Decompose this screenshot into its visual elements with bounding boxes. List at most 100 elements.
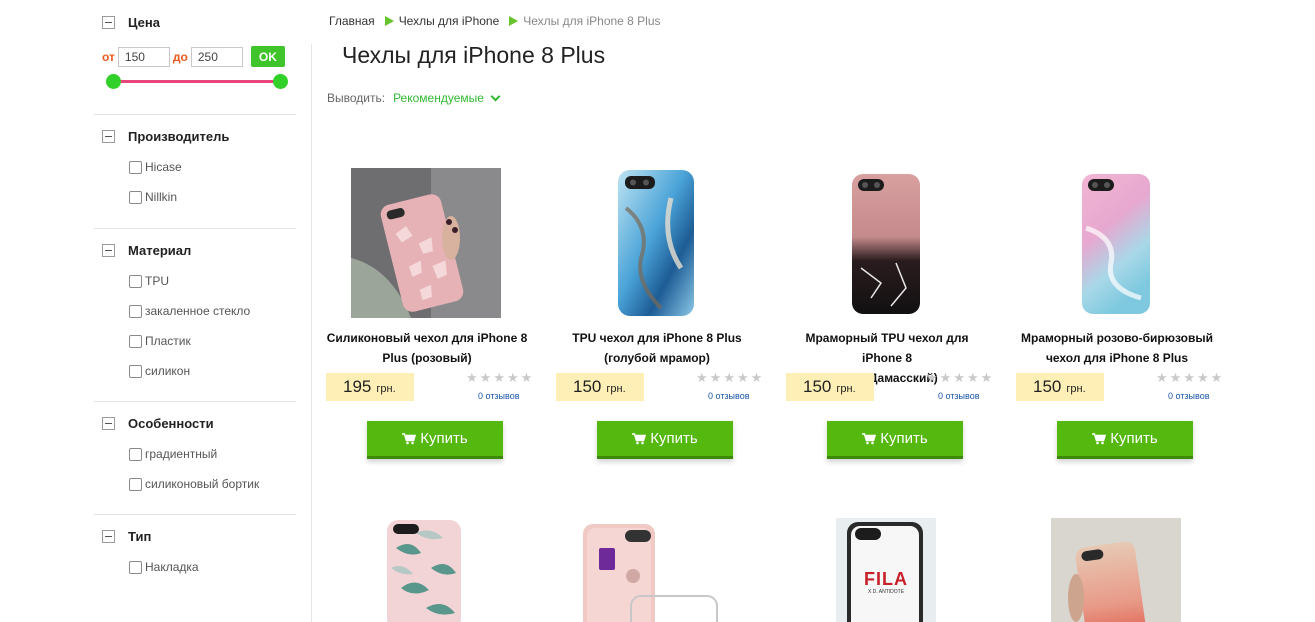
product-image[interactable]	[351, 168, 501, 318]
features-filter-header[interactable]: Особенности	[94, 413, 296, 433]
product-name[interactable]: Мраморный розово-бирюзовый чехол для iPh…	[1016, 328, 1218, 368]
product-name-line: TPU чехол для iPhone 8 Plus	[572, 331, 742, 345]
clear-case-image[interactable]	[581, 518, 731, 622]
slider-max-handle[interactable]	[273, 74, 288, 89]
price-range-inputs: от до OK	[94, 46, 296, 67]
star-icon: ★	[696, 370, 708, 385]
price-ok-button[interactable]: OK	[250, 46, 285, 67]
filter-option-silicone-bumper[interactable]: силиконовый бортик	[94, 469, 296, 499]
star-icon: ★	[953, 370, 965, 385]
reviews-link[interactable]: 0 отзывов	[1168, 391, 1210, 401]
rating-stars[interactable]: ★ ★ ★ ★ ★	[466, 371, 532, 384]
material-filter-header[interactable]: Материал	[94, 240, 296, 260]
cart-icon	[862, 432, 877, 444]
option-label: закаленное стекло	[145, 304, 251, 318]
chevron-down-icon[interactable]	[490, 91, 501, 101]
filter-option-silicone[interactable]: силикон	[94, 356, 296, 386]
features-filter: Особенности градиентный силиконовый борт…	[94, 402, 296, 515]
rating-stars[interactable]: ★ ★ ★ ★ ★	[1156, 371, 1222, 384]
rating-stars[interactable]: ★ ★ ★ ★ ★	[926, 371, 992, 384]
buy-button-label: Купить	[1110, 430, 1158, 447]
price-to-input[interactable]	[190, 46, 243, 67]
collapse-icon[interactable]	[102, 416, 115, 430]
checkbox[interactable]	[129, 304, 142, 318]
reviews-link[interactable]: 0 отзывов	[708, 391, 750, 401]
filter-option-nillkin[interactable]: Nillkin	[94, 182, 296, 212]
type-filter: Тип Накладка	[94, 515, 296, 582]
option-label: силиконовый бортик	[145, 477, 260, 491]
sort-dropdown[interactable]: Рекомендуемые	[393, 91, 484, 105]
option-label: Hicase	[145, 160, 182, 174]
checkbox[interactable]	[129, 447, 142, 461]
product-name[interactable]: TPU чехол для iPhone 8 Plus (голубой мра…	[556, 328, 758, 368]
star-icon: ★	[939, 370, 952, 385]
filter-option-gradient[interactable]: градиентный	[94, 439, 296, 469]
price-currency: грн.	[606, 382, 626, 395]
filter-option-plastic[interactable]: Пластик	[94, 326, 296, 356]
breadcrumb-arrow-icon	[384, 16, 394, 26]
filter-sidebar: Цена от до OK Производитель Hicase Nillk…	[94, 0, 296, 582]
product-image[interactable]	[1041, 168, 1191, 318]
star-icon: ★	[1196, 370, 1209, 385]
maker-filter-header[interactable]: Производитель	[94, 126, 296, 146]
checkbox[interactable]	[129, 477, 142, 491]
price-badge: 150 грн.	[786, 373, 874, 401]
checkbox[interactable]	[129, 190, 142, 204]
price-badge: 150 грн.	[556, 373, 644, 401]
type-filter-header[interactable]: Тип	[94, 526, 296, 546]
product-image[interactable]	[811, 168, 961, 318]
star-icon: ★	[479, 370, 492, 385]
material-filter: Материал TPU закаленное стекло Пластик с…	[94, 229, 296, 402]
filter-option-overlay[interactable]: Накладка	[94, 552, 296, 582]
filter-option-tempered-glass[interactable]: закаленное стекло	[94, 296, 296, 326]
checkbox[interactable]	[129, 560, 142, 574]
breadcrumb-home[interactable]: Главная	[329, 14, 375, 28]
reviews-link[interactable]: 0 отзывов	[938, 391, 980, 401]
collapse-icon[interactable]	[102, 243, 115, 257]
price-badge: 195 грн.	[326, 373, 414, 401]
star-icon: ★	[966, 370, 979, 385]
collapse-icon[interactable]	[102, 129, 115, 143]
sidebar-divider	[311, 44, 312, 622]
reviews-link[interactable]: 0 отзывов	[478, 391, 520, 401]
star-icon: ★	[709, 370, 722, 385]
filter-option-tpu[interactable]: TPU	[94, 266, 296, 296]
checkbox[interactable]	[129, 334, 142, 348]
buy-button[interactable]: Купить	[597, 421, 733, 459]
product-name[interactable]: Силиконовый чехол для iPhone 8 Plus (роз…	[326, 328, 528, 368]
product-name-line: Мраморный TPU чехол для iPhone 8	[805, 331, 969, 365]
buy-button[interactable]: Купить	[827, 421, 963, 459]
collapse-icon[interactable]	[102, 529, 115, 543]
option-label: Пластик	[145, 334, 191, 348]
checkbox[interactable]	[129, 160, 142, 174]
product-image[interactable]	[581, 168, 731, 318]
price-slider[interactable]	[106, 73, 288, 91]
price-value: 150	[573, 377, 602, 396]
buy-button[interactable]: Купить	[367, 421, 503, 459]
buy-button[interactable]: Купить	[1057, 421, 1193, 459]
pink-turquoise-marble-case-image	[1082, 174, 1150, 314]
star-icon: ★	[736, 370, 749, 385]
option-label: Nillkin	[145, 190, 178, 204]
price-from-input[interactable]	[117, 46, 170, 67]
price-filter-header[interactable]: Цена	[94, 12, 296, 32]
checkbox[interactable]	[129, 364, 142, 378]
slider-min-handle[interactable]	[106, 74, 121, 89]
breadcrumb-arrow-icon	[509, 16, 519, 26]
rating-stars[interactable]: ★ ★ ★ ★ ★	[696, 371, 762, 384]
option-label: градиентный	[145, 447, 218, 461]
gradient-case-image[interactable]	[1041, 518, 1191, 622]
collapse-icon[interactable]	[102, 15, 115, 29]
breadcrumb-current: Чехлы для iPhone 8 Plus	[523, 14, 661, 28]
maker-filter: Производитель Hicase Nillkin	[94, 115, 296, 229]
filter-title: Цена	[128, 14, 160, 30]
checkbox[interactable]	[129, 274, 142, 288]
price-currency: грн.	[836, 382, 856, 395]
buy-button-label: Купить	[420, 430, 468, 447]
filter-option-hicase[interactable]: Hicase	[94, 152, 296, 182]
breadcrumb-iphone-cases[interactable]: Чехлы для iPhone	[399, 14, 500, 28]
leaf-pattern-case-image[interactable]	[351, 518, 501, 622]
product-name-line: чехол для iPhone 8 Plus	[1045, 351, 1189, 365]
blue-marble-case-image	[618, 170, 694, 316]
price-to-label: до	[172, 49, 188, 64]
